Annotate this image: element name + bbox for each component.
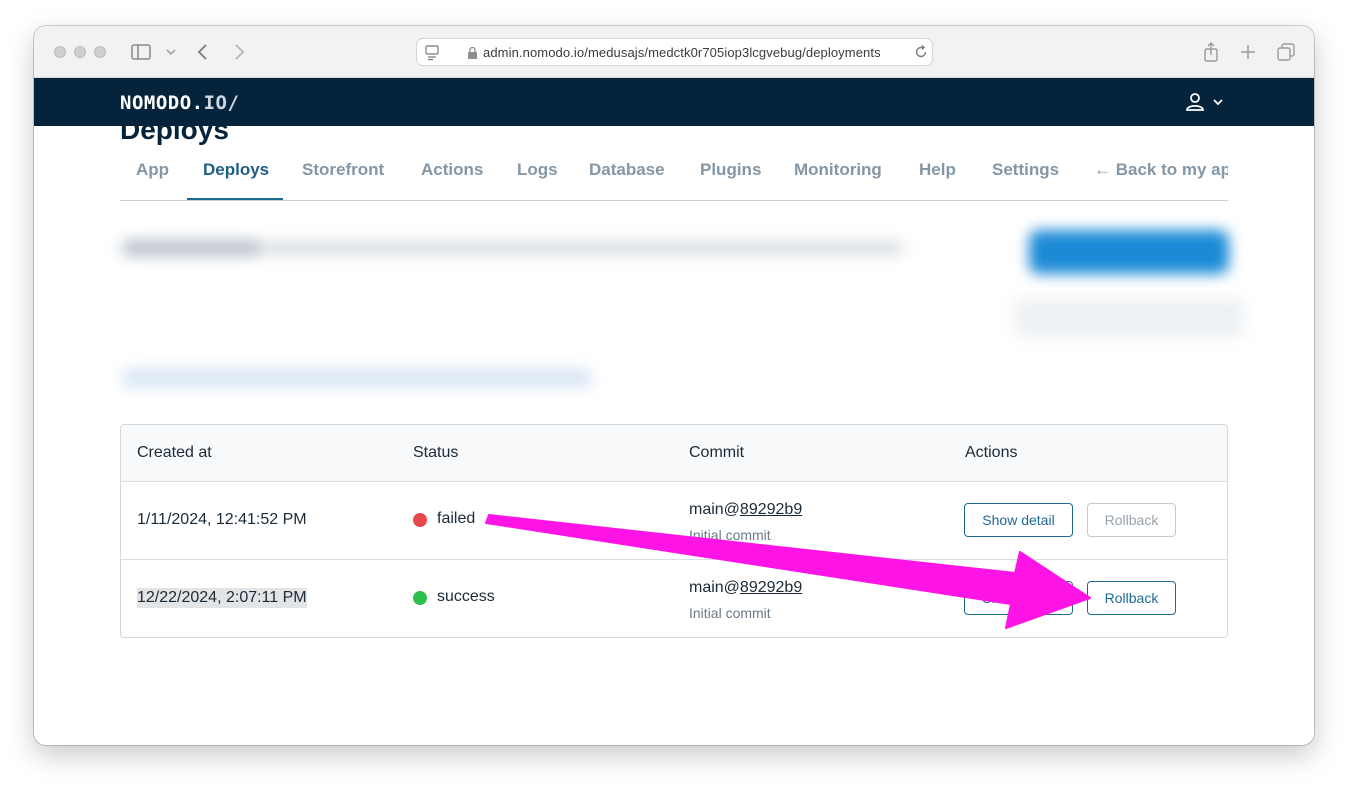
redacted-text [122,240,262,256]
commit-hash-link[interactable]: 89292b9 [740,579,802,596]
table-row: 1/11/2024, 12:41:52 PM failed main@89292… [121,482,1227,560]
url-text[interactable]: admin.nomodo.io/medusajs/medctk0r705iop3… [483,45,881,60]
show-detail-button[interactable]: Show detail [964,581,1073,615]
commit-branch: main@ [689,579,740,596]
status-text: success [437,588,495,605]
browser-window: admin.nomodo.io/medusajs/medctk0r705iop3… [34,26,1314,745]
rollback-button[interactable]: Rollback [1087,581,1176,615]
app-header: NOMODO.IO/ [34,78,1314,126]
tab-logs[interactable]: Logs [517,160,558,180]
new-tab-icon[interactable] [1240,40,1256,64]
column-header-commit: Commit [689,444,745,461]
commit-message: Initial commit [689,605,771,621]
redacted-button [1029,230,1229,274]
logo-text: NOMODO. [120,92,204,114]
chevron-down-icon [1212,95,1224,114]
section-tabs: App Deploys Storefront Actions Logs Data… [120,144,1228,201]
show-detail-button[interactable]: Show detail [964,503,1073,537]
status-text: failed [437,510,476,527]
zoom-window-button[interactable] [94,46,106,58]
tab-app[interactable]: App [136,160,169,180]
browser-titlebar: admin.nomodo.io/medusajs/medctk0r705iop3… [34,26,1314,78]
deployments-table: Created at Status Commit Actions 1/11/20… [120,424,1228,638]
close-window-button[interactable] [54,46,66,58]
reload-icon[interactable] [914,44,928,65]
logo-accent-text: IO/ [203,92,240,114]
tab-storefront[interactable]: Storefront [302,160,384,180]
tab-deploys[interactable]: Deploys [203,160,269,180]
commit-message: Initial commit [689,527,771,543]
address-bar[interactable]: admin.nomodo.io/medusajs/medctk0r705iop3… [416,38,933,66]
commit-hash-link[interactable]: 89292b9 [740,501,802,518]
page-menu-icon[interactable] [425,45,439,66]
column-header-created-at: Created at [137,444,212,461]
column-header-status: Status [413,444,459,461]
created-at-cell: 1/11/2024, 12:41:52 PM [137,511,307,528]
user-menu[interactable] [1184,91,1230,113]
back-icon[interactable] [196,40,210,64]
commit-branch: main@ [689,501,740,518]
column-header-actions: Actions [965,444,1018,461]
nomodo-logo[interactable]: NOMODO.IO/ [120,92,239,114]
share-icon[interactable] [1203,40,1219,64]
forward-icon[interactable] [232,40,246,64]
tab-monitoring[interactable]: Monitoring [794,160,882,180]
active-tab-indicator [187,198,283,200]
tab-overview-icon[interactable] [1277,40,1295,64]
back-to-apps-link[interactable]: ← Back to my ap [1094,160,1228,180]
table-header: Created at Status Commit Actions [121,425,1227,482]
redacted-area [114,216,1244,406]
tab-plugins[interactable]: Plugins [700,160,761,180]
table-row: 12/22/2024, 2:07:11 PM success main@8929… [121,560,1227,637]
redacted-link [122,368,592,388]
redacted-text [264,242,904,254]
user-icon [1184,91,1206,118]
tab-actions[interactable]: Actions [421,160,483,180]
status-failed-dot [413,513,427,527]
tab-database[interactable]: Database [589,160,665,180]
rollback-button-disabled[interactable]: Rollback [1087,503,1176,537]
lock-icon [467,46,478,65]
redacted-button [1014,298,1244,338]
tab-help[interactable]: Help [919,160,956,180]
commit-cell: main@89292b9 [689,501,802,519]
chevron-down-icon[interactable] [165,40,177,64]
sidebar-toggle-icon[interactable] [131,40,151,64]
minimize-window-button[interactable] [74,46,86,58]
commit-cell: main@89292b9 [689,579,802,597]
status-success-dot [413,591,427,605]
created-at-cell: 12/22/2024, 2:07:11 PM [137,588,307,608]
tab-settings[interactable]: Settings [992,160,1059,180]
